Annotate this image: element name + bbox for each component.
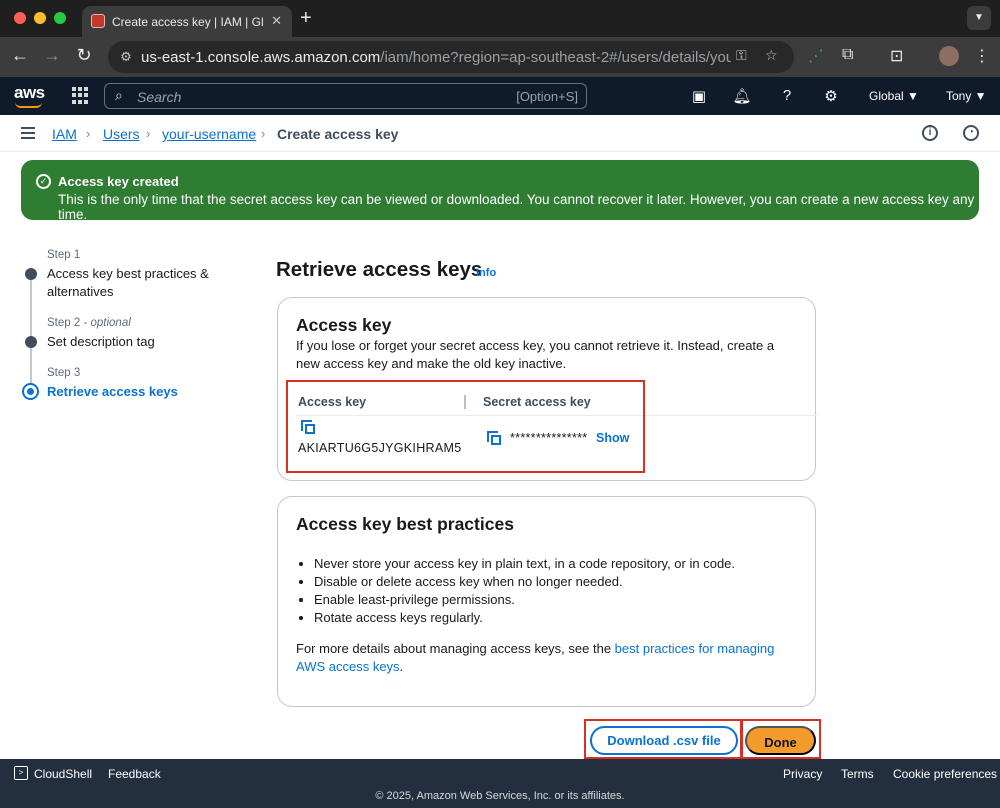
best-practices-more-text: For more details about managing access k…	[296, 641, 775, 674]
access-key-card-description: If you lose or forget your secret access…	[296, 338, 775, 371]
privacy-link[interactable]: Privacy	[783, 767, 822, 781]
highlight-box-keys	[286, 380, 645, 473]
cloudshell-icon[interactable]: >	[14, 766, 28, 780]
site-settings-icon[interactable]: ⚙	[116, 47, 136, 67]
breadcrumb-separator: ›	[86, 126, 91, 141]
info-link[interactable]: Info	[476, 267, 496, 279]
copyright-text: © 2025, Amazon Web Services, Inc. or its…	[375, 790, 625, 802]
step-1-title[interactable]: Access key best practices & alternatives	[47, 265, 217, 301]
aws-search-input[interactable]: ⌕ Search [Option+S]	[104, 83, 587, 109]
feedback-link[interactable]: Feedback	[108, 767, 161, 781]
breadcrumb-bar: IAM › Users › your-username › Create acc…	[0, 115, 1000, 152]
check-circle-icon: ✓	[36, 174, 51, 189]
back-icon[interactable]: ←	[8, 45, 32, 66]
forward-icon[interactable]: →	[40, 45, 64, 66]
list-item: Rotate access keys regularly.	[314, 609, 735, 627]
console-footer: > CloudShell Feedback Privacy Terms Cook…	[0, 759, 1000, 808]
cloudshell-link[interactable]: CloudShell	[34, 767, 92, 781]
region-selector[interactable]: Global ▼	[869, 89, 919, 103]
flash-message: This is the only time that the secret ac…	[58, 192, 975, 222]
services-grid-icon[interactable]	[72, 87, 89, 104]
step-1-number: Step 1	[47, 249, 81, 261]
cookie-preferences-link[interactable]: Cookie preferences	[893, 767, 997, 781]
step-2-number: Step 2 - optional	[47, 317, 131, 329]
download-csv-button[interactable]: Download .csv file	[590, 726, 738, 755]
success-flash-message: ✓ Access key created This is the only ti…	[21, 160, 979, 222]
search-icon: ⌕	[115, 87, 123, 103]
breadcrumb-separator: ›	[261, 126, 266, 141]
lens-icon[interactable]: ⊡	[890, 46, 903, 66]
browser-tab[interactable]: Create access key | IAM | Global ✕	[82, 6, 292, 37]
address-bar[interactable]: ⚙ us-east-1.console.aws.amazon.com/iam/h…	[108, 41, 794, 73]
steps-connector	[30, 272, 32, 392]
browser-menu-icon[interactable]: ⋮	[974, 46, 990, 66]
settings-gear-icon[interactable]: ⚙	[821, 87, 841, 105]
list-item: Never store your access key in plain tex…	[314, 555, 735, 573]
profile-avatar[interactable]	[939, 46, 959, 66]
notifications-bell-icon[interactable]: 🔔︎	[732, 87, 752, 105]
maximize-window-button[interactable]	[54, 12, 66, 24]
breadcrumb-current: Create access key	[277, 126, 399, 142]
hamburger-menu-icon[interactable]	[21, 127, 35, 139]
help-icon[interactable]: ?	[777, 87, 797, 104]
tab-title: Create access key | IAM | Global	[112, 15, 264, 29]
breadcrumb-users[interactable]: Users	[103, 126, 140, 142]
close-tab-icon[interactable]: ✕	[271, 13, 282, 29]
cloudshell-icon[interactable]: ▣	[689, 87, 709, 105]
breadcrumb-username[interactable]: your-username	[162, 126, 256, 142]
close-window-button[interactable]	[14, 12, 26, 24]
info-panel-icon[interactable]: i	[922, 125, 938, 141]
minimize-window-button[interactable]	[34, 12, 46, 24]
best-practices-list: Never store your access key in plain tex…	[314, 555, 735, 627]
bookmark-star-icon[interactable]: ☆	[765, 47, 778, 64]
url-text[interactable]: us-east-1.console.aws.amazon.com/iam/hom…	[141, 49, 731, 66]
key-icon[interactable]: ⚿	[736, 47, 747, 64]
tab-search-icon[interactable]: ▼	[967, 6, 991, 30]
browser-toolbar: ← → ↻ ⚙ us-east-1.console.aws.amazon.com…	[0, 37, 1000, 77]
step-2-title[interactable]: Set description tag	[47, 333, 217, 351]
list-item: Enable least-privilege permissions.	[314, 591, 735, 609]
best-practices-card: Access key best practices Never store yo…	[277, 496, 816, 707]
step-3-indicator-active	[22, 383, 39, 400]
aws-top-navigation: aws ⌕ Search [Option+S] ▣ 🔔︎ ? ⚙ Global …	[0, 77, 1000, 115]
breadcrumb-separator: ›	[146, 126, 151, 141]
aws-favicon-icon	[91, 14, 105, 28]
best-practices-title: Access key best practices	[296, 514, 514, 534]
page-title: Retrieve access keys	[276, 258, 483, 281]
list-item: Disable or delete access key when no lon…	[314, 573, 735, 591]
access-key-card-title: Access key	[296, 315, 392, 335]
reload-icon[interactable]: ↻	[72, 45, 96, 66]
terms-link[interactable]: Terms	[841, 767, 874, 781]
account-menu[interactable]: Tony ▼	[946, 89, 987, 103]
step-2-indicator	[25, 336, 37, 348]
new-tab-icon[interactable]: +	[300, 7, 312, 30]
extension-icon[interactable]: ⋰	[808, 46, 824, 66]
preferences-icon[interactable]: ◔	[963, 125, 979, 141]
browser-tab-bar: Create access key | IAM | Global ✕ + ▼	[0, 0, 1000, 37]
step-1-indicator	[25, 268, 37, 280]
step-3-number: Step 3	[47, 367, 81, 379]
aws-logo[interactable]: aws	[14, 83, 45, 108]
step-3-title: Retrieve access keys	[47, 384, 178, 399]
search-placeholder: Search	[137, 89, 182, 105]
flash-title: Access key created	[58, 174, 179, 189]
extensions-puzzle-icon[interactable]: ⧉	[842, 46, 853, 64]
done-button[interactable]: Done	[745, 726, 816, 755]
breadcrumb-iam[interactable]: IAM	[52, 126, 77, 142]
search-shortcut: [Option+S]	[516, 89, 578, 104]
